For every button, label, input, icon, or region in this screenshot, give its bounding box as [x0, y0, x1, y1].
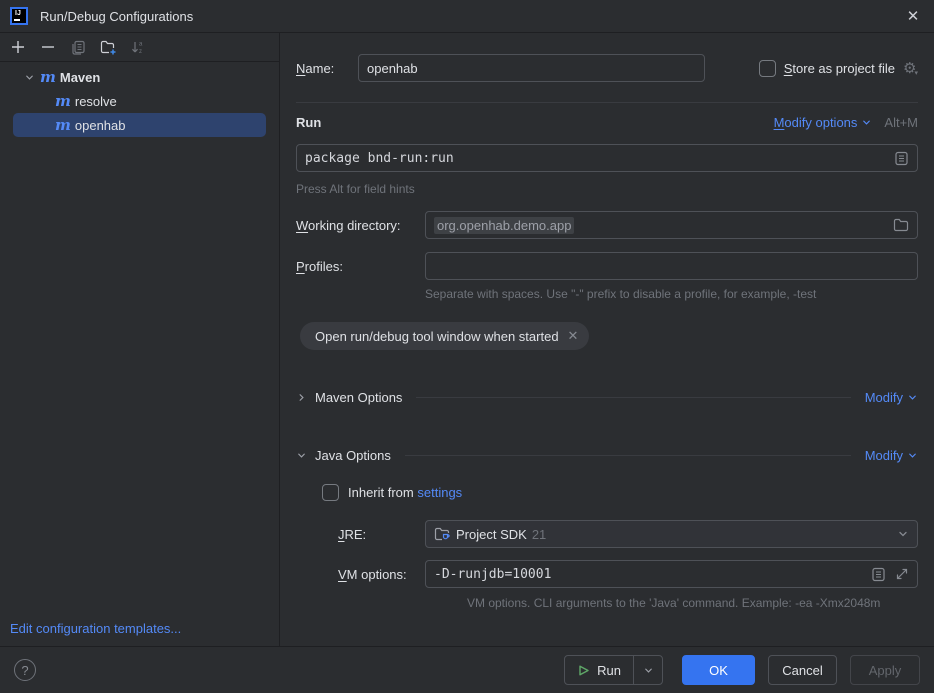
add-configuration-icon[interactable]: [6, 36, 30, 58]
dialog-footer: ? Run OK Cancel Apply: [0, 646, 934, 693]
maven-options-title: Maven Options: [315, 390, 402, 405]
alt-field-hint: Press Alt for field hints: [296, 182, 918, 196]
jre-label: JRE:: [338, 527, 425, 542]
inherit-from-label: Inherit from settings: [348, 485, 462, 500]
configuration-form: Name: Store as project file ⚙▾ Run Modif…: [280, 33, 934, 646]
maven-icon: m: [55, 118, 71, 133]
java-options-modify-link[interactable]: Modify: [865, 448, 918, 463]
working-directory-label: Working directory:: [296, 218, 425, 233]
name-input[interactable]: [358, 54, 705, 82]
chevron-down-icon[interactable]: [18, 72, 40, 83]
store-settings-gear-icon[interactable]: ⚙▾: [903, 61, 918, 76]
name-label: Name:: [296, 61, 358, 76]
maven-options-modify-link[interactable]: Modify: [865, 390, 918, 405]
run-command-input[interactable]: package bnd-run:run: [296, 144, 918, 172]
edit-configuration-templates-link[interactable]: Edit configuration templates...: [10, 621, 181, 636]
run-options-chevron-icon[interactable]: [634, 656, 662, 684]
section-divider: [296, 102, 918, 103]
run-debug-configurations-dialog: IJ Run/Debug Configurations ✕: [0, 0, 934, 693]
vm-options-label: VM options:: [338, 567, 425, 582]
working-directory-input[interactable]: org.openhab.demo.app: [425, 211, 918, 239]
remove-configuration-icon[interactable]: [36, 36, 60, 58]
chevron-down-icon[interactable]: [897, 528, 909, 540]
run-section-title: Run: [296, 115, 321, 130]
run-split-button[interactable]: Run: [564, 655, 663, 685]
run-button[interactable]: Run: [565, 656, 633, 684]
ok-button[interactable]: OK: [682, 655, 755, 685]
intellij-logo-icon: IJ: [10, 7, 28, 25]
insert-macros-icon[interactable]: [871, 567, 886, 582]
vm-options-hint: VM options. CLI arguments to the 'Java' …: [467, 596, 918, 610]
run-section-header: Run Modify options Alt+M: [296, 115, 918, 130]
help-icon[interactable]: ?: [14, 659, 36, 681]
dialog-title: Run/Debug Configurations: [40, 9, 193, 24]
configuration-tree: m Maven m resolve m openhab: [0, 62, 279, 137]
svg-text:a: a: [139, 41, 143, 47]
tree-item-resolve[interactable]: m resolve: [13, 89, 266, 113]
maven-icon: m: [55, 94, 71, 109]
vm-options-input[interactable]: -D-runjdb=10001: [425, 560, 918, 588]
store-as-project-file-label: Store as project file: [784, 61, 895, 76]
title-bar: IJ Run/Debug Configurations ✕: [0, 0, 934, 33]
java-options-title: Java Options: [315, 448, 391, 463]
chevron-right-icon[interactable]: [296, 392, 307, 403]
settings-link[interactable]: settings: [417, 485, 462, 500]
copy-configuration-icon[interactable]: [66, 36, 90, 58]
insert-macros-icon[interactable]: [894, 151, 909, 166]
configurations-sidebar: az m Maven m resolve m openhab: [0, 33, 280, 646]
sidebar-toolbar: az: [0, 33, 279, 62]
run-play-icon: [577, 664, 590, 677]
remove-tag-icon[interactable]: ✕: [568, 328, 579, 344]
jre-select[interactable]: Project SDK 21: [425, 520, 918, 548]
browse-folder-icon[interactable]: [893, 218, 909, 232]
sort-alphabetically-icon[interactable]: az: [126, 36, 150, 58]
cancel-button[interactable]: Cancel: [768, 655, 837, 685]
java-options-header[interactable]: Java Options Modify: [296, 448, 918, 463]
profiles-input[interactable]: [425, 252, 918, 280]
tree-item-maven[interactable]: m Maven: [13, 65, 266, 89]
store-as-project-file-checkbox[interactable]: [759, 60, 776, 77]
apply-button[interactable]: Apply: [850, 655, 920, 685]
profiles-hint: Separate with spaces. Use "-" prefix to …: [425, 287, 918, 301]
profiles-label: Profiles:: [296, 259, 425, 274]
svg-text:z: z: [139, 49, 142, 55]
modify-options-link[interactable]: Modify options: [774, 115, 858, 130]
tree-item-openhab[interactable]: m openhab: [13, 113, 266, 137]
expand-field-icon[interactable]: [895, 567, 909, 581]
before-launch-tag[interactable]: Open run/debug tool window when started …: [300, 322, 589, 350]
chevron-down-icon[interactable]: [296, 450, 307, 461]
chevron-down-icon[interactable]: [861, 117, 872, 128]
new-folder-icon[interactable]: [96, 36, 120, 58]
project-sdk-icon: [434, 527, 450, 541]
maven-icon: m: [40, 70, 56, 85]
maven-options-header[interactable]: Maven Options Modify: [296, 390, 918, 405]
modify-options-shortcut: Alt+M: [884, 115, 918, 130]
inherit-from-settings-checkbox[interactable]: [322, 484, 339, 501]
close-icon[interactable]: ✕: [902, 5, 924, 27]
